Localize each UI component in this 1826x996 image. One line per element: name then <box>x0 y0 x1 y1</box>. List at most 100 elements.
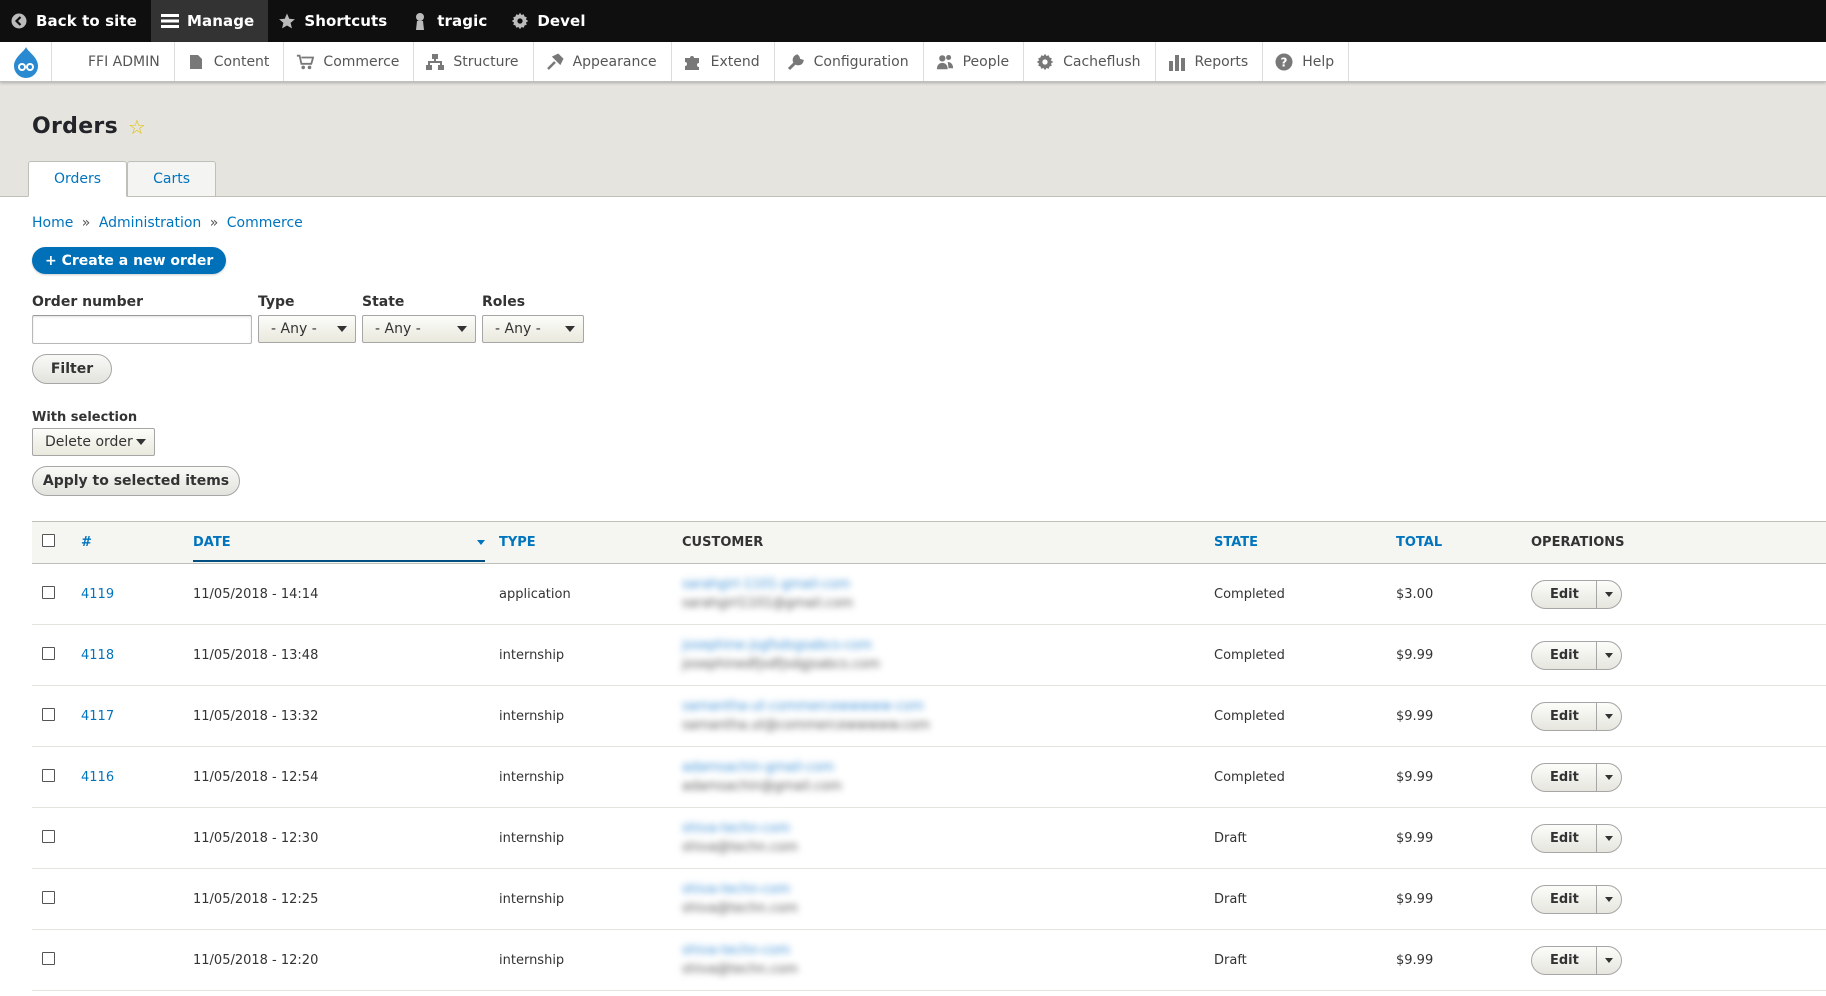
bulk-action-value: Delete order <box>45 434 133 450</box>
customer-link[interactable]: josephine-jsgfsdsgsabcs-com <box>682 638 1214 653</box>
menu-item-commerce[interactable]: Commerce <box>284 42 415 81</box>
menu-item-cacheflush[interactable]: Cacheflush <box>1024 42 1156 81</box>
menu-item-structure[interactable]: Structure <box>414 42 534 81</box>
shortcuts-tab[interactable]: Shortcuts <box>268 0 401 42</box>
edit-button[interactable]: Edit <box>1532 641 1597 669</box>
order-date: 11/05/2018 - 14:14 <box>193 586 319 602</box>
chevron-down-icon <box>1604 652 1613 658</box>
breadcrumb-home[interactable]: Home <box>32 215 73 231</box>
table-row: 4116 11/05/2018 - 12:54 internship adams… <box>32 747 1826 808</box>
menu-item-help[interactable]: ? Help <box>1263 42 1350 81</box>
row-checkbox[interactable] <box>42 585 55 599</box>
edit-button[interactable]: Edit <box>1532 824 1597 852</box>
create-order-button[interactable]: + Create a new order <box>32 247 227 274</box>
order-total: $9.99 <box>1396 891 1434 907</box>
edit-button[interactable]: Edit <box>1532 580 1597 608</box>
apply-selected-button[interactable]: Apply to selected items <box>32 466 240 496</box>
row-checkbox[interactable] <box>42 890 55 904</box>
table-row: 4118 11/05/2018 - 13:48 internship josep… <box>32 625 1826 686</box>
breadcrumb-commerce[interactable]: Commerce <box>227 215 303 231</box>
order-type: internship <box>499 952 565 968</box>
table-header-row: # DATE TYPE CUSTOMER STATE TOTAL OPERATI… <box>32 521 1826 564</box>
customer-link[interactable]: sarahgirl-1101-gmail-com <box>682 577 1214 592</box>
tab-carts[interactable]: Carts <box>127 161 216 196</box>
back-to-site-link[interactable]: Back to site <box>0 0 151 42</box>
help-icon: ? <box>1275 53 1293 71</box>
column-type-header[interactable]: TYPE <box>499 535 536 550</box>
manage-tab[interactable]: Manage <box>150 0 269 42</box>
breadcrumb-administration[interactable]: Administration <box>99 215 201 231</box>
menu-item-reports[interactable]: Reports <box>1156 42 1264 81</box>
customer-email: shiva@techn.com <box>682 901 798 916</box>
order-id-link[interactable]: 4118 <box>81 648 114 663</box>
menu-item-site[interactable]: FFI ADMIN <box>52 42 175 81</box>
operations-dropbutton: Edit <box>1531 640 1622 670</box>
customer-email: shiva@techn.com <box>682 840 798 855</box>
column-total-header[interactable]: TOTAL <box>1396 535 1442 550</box>
row-checkbox[interactable] <box>42 707 55 721</box>
menu-item-people[interactable]: People <box>924 42 1025 81</box>
table-row: 11/05/2018 - 12:25 internship shiva-tech… <box>32 869 1826 930</box>
customer-link[interactable]: shiva-techn-com <box>682 882 1214 897</box>
menu-item-extend[interactable]: Extend <box>672 42 775 81</box>
operations-toggle[interactable] <box>1597 642 1621 669</box>
operations-toggle[interactable] <box>1597 947 1621 974</box>
order-total: $9.99 <box>1396 708 1434 724</box>
order-id-link[interactable]: 4116 <box>81 770 114 785</box>
operations-toggle[interactable] <box>1597 581 1621 608</box>
roles-select[interactable]: - Any - <box>482 315 584 343</box>
chevron-down-icon <box>1604 957 1613 963</box>
user-icon <box>411 12 429 30</box>
row-checkbox[interactable] <box>42 646 55 660</box>
order-id-link[interactable]: 4117 <box>81 709 114 724</box>
devel-tab[interactable]: Devel <box>501 0 599 42</box>
user-tab[interactable]: tragic <box>401 0 501 42</box>
order-number-input[interactable] <box>32 315 252 344</box>
chevron-down-icon <box>1604 591 1613 597</box>
operations-toggle[interactable] <box>1597 703 1621 730</box>
column-date-header[interactable]: DATE <box>193 535 231 550</box>
order-state: Completed <box>1214 647 1285 663</box>
type-select[interactable]: - Any - <box>258 315 356 343</box>
row-checkbox[interactable] <box>42 829 55 843</box>
chevron-down-icon <box>1604 896 1613 902</box>
people-icon <box>936 53 954 71</box>
menu-item-content[interactable]: Content <box>175 42 285 81</box>
edit-button[interactable]: Edit <box>1532 763 1597 791</box>
menu-item-appearance[interactable]: Appearance <box>534 42 672 81</box>
column-state-header[interactable]: STATE <box>1214 535 1258 550</box>
operations-toggle[interactable] <box>1597 886 1621 913</box>
menu-item-configuration[interactable]: Configuration <box>775 42 924 81</box>
customer-cell: adamsachin-gmail-com adamsachin@gmail.co… <box>682 760 1214 794</box>
customer-cell: samantha-ut-commercewwwww-com samantha.u… <box>682 699 1214 733</box>
customer-link[interactable]: samantha-ut-commercewwwww-com <box>682 699 1214 714</box>
row-checkbox[interactable] <box>42 951 55 965</box>
edit-button[interactable]: Edit <box>1532 885 1597 913</box>
filter-button[interactable]: Filter <box>32 354 112 384</box>
column-id-header[interactable]: # <box>81 535 92 550</box>
customer-link[interactable]: shiva-techn-com <box>682 821 1214 836</box>
orders-table: # DATE TYPE CUSTOMER STATE TOTAL OPERATI… <box>32 521 1826 991</box>
shortcut-star-icon[interactable]: ☆ <box>128 117 146 137</box>
hamburger-icon <box>160 12 179 30</box>
tab-orders[interactable]: Orders <box>28 161 128 197</box>
drupal-logo-icon[interactable] <box>0 42 52 81</box>
main-content: Home » Administration » Commerce + Creat… <box>0 215 1826 496</box>
admin-toolbar: Back to site Manage Shortcuts tragic Dev… <box>0 0 1826 42</box>
bulk-action-select[interactable]: Delete order <box>32 428 155 456</box>
row-checkbox[interactable] <box>42 768 55 782</box>
menu-item-commerce-label: Commerce <box>323 53 400 70</box>
customer-link[interactable]: shiva-techn-com <box>682 943 1214 958</box>
operations-toggle[interactable] <box>1597 764 1621 791</box>
order-id-link[interactable]: 4119 <box>81 587 114 602</box>
gear-icon <box>511 12 529 30</box>
state-select[interactable]: - Any - <box>362 315 476 343</box>
edit-button[interactable]: Edit <box>1532 702 1597 730</box>
edit-button[interactable]: Edit <box>1532 946 1597 974</box>
customer-link[interactable]: adamsachin-gmail-com <box>682 760 1214 775</box>
operations-toggle[interactable] <box>1597 825 1621 852</box>
order-type: internship <box>499 708 565 724</box>
menu-item-appearance-label: Appearance <box>572 53 657 70</box>
breadcrumb-separator: » <box>209 215 219 231</box>
select-all-checkbox[interactable] <box>42 534 55 547</box>
